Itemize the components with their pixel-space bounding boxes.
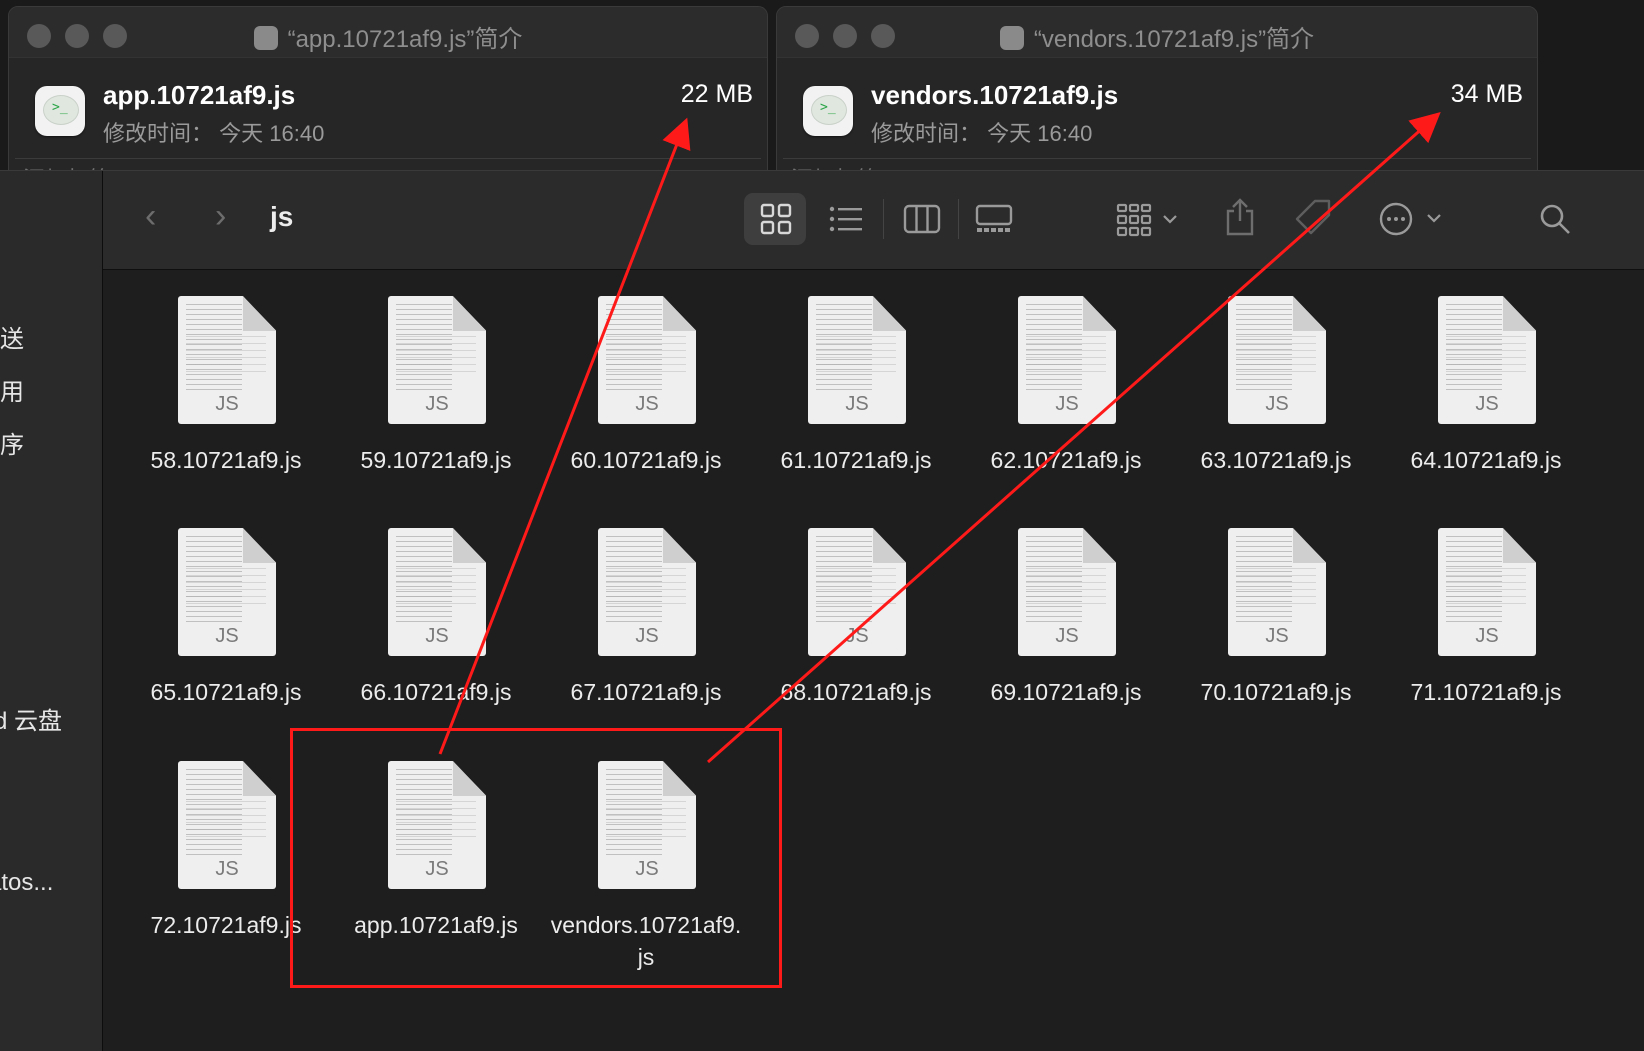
- js-file-icon: JS: [1228, 296, 1326, 424]
- js-file-icon: JS: [388, 528, 486, 656]
- file-icon: [999, 26, 1024, 50]
- file-name: 70.10721af9.js: [1200, 679, 1352, 705]
- sidebar-item-icloud-drive[interactable]: d 云盘: [0, 701, 62, 736]
- js-file-icon: JS: [1018, 296, 1116, 424]
- more-icon[interactable]: [1378, 201, 1442, 237]
- title-bar[interactable]: “app.10721af9.js”简介: [9, 7, 767, 58]
- file-name: 71.10721af9.js: [1410, 679, 1562, 705]
- js-file-icon: JS: [388, 296, 486, 424]
- modified-time: 修改时间： 今天 16:40: [103, 121, 325, 146]
- sidebar-item-recents[interactable]: 使用: [0, 372, 24, 407]
- file-name: 59.10721af9.js: [360, 447, 512, 473]
- js-file-icon: JS: [598, 296, 696, 424]
- window-title: “vendors.10721af9.js”简介: [777, 19, 1537, 54]
- file-name: 67.10721af9.js: [570, 679, 722, 705]
- file-size: 22 MB: [680, 80, 753, 108]
- file-name: 58.10721af9.js: [150, 447, 302, 473]
- js-file-icon: JS: [178, 761, 276, 889]
- back-button[interactable]: ‹: [145, 197, 156, 236]
- toolbar: ‹ › js: [103, 171, 1644, 270]
- window-title: “app.10721af9.js”简介: [9, 19, 767, 54]
- group-icon[interactable]: [1116, 203, 1180, 237]
- sidebar: 投送 使用 程序 d 云盘 atos...: [0, 171, 103, 1051]
- forward-button[interactable]: ›: [215, 197, 226, 236]
- tag-icon[interactable]: [1293, 197, 1333, 237]
- folder-title: js: [270, 201, 294, 232]
- highlight-box: [290, 728, 782, 988]
- share-icon[interactable]: [1224, 197, 1256, 237]
- file-name: 69.10721af9.js: [990, 679, 1142, 705]
- app-file-icon: >_: [35, 86, 85, 136]
- js-file-icon: JS: [1228, 528, 1326, 656]
- list-view-icon[interactable]: [829, 205, 863, 233]
- file-name: 60.10721af9.js: [570, 447, 722, 473]
- info-window-app: “app.10721af9.js”简介 >_ app.10721af9.js 修…: [8, 6, 768, 178]
- gallery-view-icon[interactable]: [975, 203, 1013, 235]
- file-icon: [253, 26, 278, 50]
- js-file-icon: JS: [1018, 528, 1116, 656]
- file-name: 66.10721af9.js: [360, 679, 512, 705]
- js-file-icon: JS: [178, 296, 276, 424]
- icon-view-icon[interactable]: [760, 203, 792, 235]
- js-file-icon: JS: [1438, 296, 1536, 424]
- file-name: 65.10721af9.js: [150, 679, 302, 705]
- info-window-vendors: “vendors.10721af9.js”简介 >_ vendors.10721…: [776, 6, 1538, 178]
- js-file-icon: JS: [808, 528, 906, 656]
- finder-window: 投送 使用 程序 d 云盘 atos... ‹ › js: [0, 170, 1644, 1051]
- file-name: 64.10721af9.js: [1410, 447, 1562, 473]
- js-file-icon: JS: [1438, 528, 1536, 656]
- js-file-icon: JS: [178, 528, 276, 656]
- title-bar[interactable]: “vendors.10721af9.js”简介: [777, 7, 1537, 58]
- app-file-icon: >_: [803, 86, 853, 136]
- file-name: 62.10721af9.js: [990, 447, 1142, 473]
- search-icon[interactable]: [1539, 203, 1571, 235]
- file-name: 61.10721af9.js: [780, 447, 932, 473]
- file-name: 63.10721af9.js: [1200, 447, 1352, 473]
- file-name: app.10721af9.js: [103, 80, 296, 110]
- file-name: vendors.10721af9.js: [871, 80, 1119, 110]
- sidebar-item-photos[interactable]: atos...: [0, 869, 53, 897]
- file-name: 68.10721af9.js: [780, 679, 932, 705]
- sidebar-item-airdrop[interactable]: 投送: [0, 319, 24, 354]
- js-file-icon: JS: [808, 296, 906, 424]
- column-view-icon[interactable]: [903, 203, 941, 235]
- sidebar-item-applications[interactable]: 程序: [0, 425, 24, 460]
- file-size: 34 MB: [1450, 80, 1523, 108]
- modified-time: 修改时间： 今天 16:40: [871, 121, 1093, 146]
- js-file-icon: JS: [598, 528, 696, 656]
